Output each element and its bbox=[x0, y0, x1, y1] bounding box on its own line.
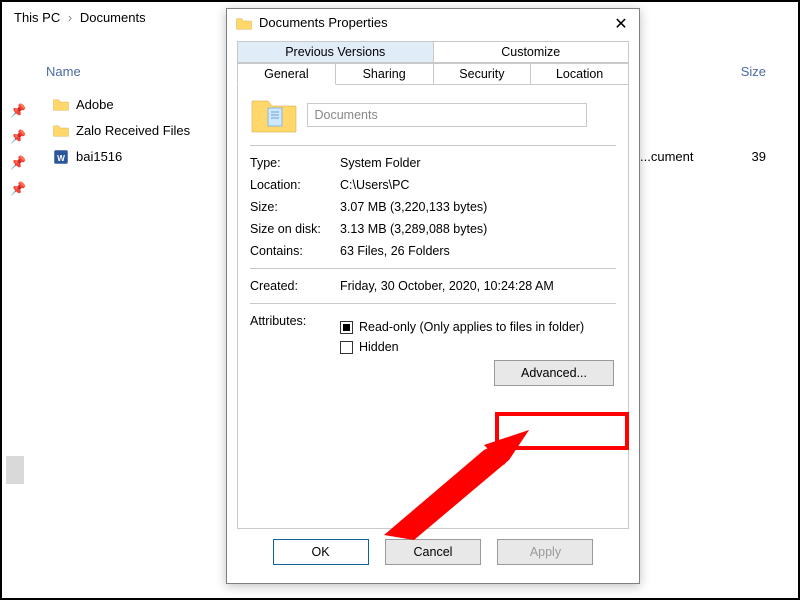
ok-button[interactable]: OK bbox=[273, 539, 369, 565]
hidden-label: Hidden bbox=[359, 340, 399, 354]
file-name: bai1516 bbox=[76, 144, 122, 170]
dialog-title: Documents Properties bbox=[259, 15, 388, 30]
readonly-label: Read-only (Only applies to files in fold… bbox=[359, 320, 584, 334]
location-label: Location: bbox=[250, 178, 340, 192]
created-label: Created: bbox=[250, 279, 340, 293]
contains-value: 63 Files, 26 Folders bbox=[340, 244, 616, 258]
folder-icon bbox=[52, 122, 70, 140]
tabs: Previous Versions Customize General Shar… bbox=[237, 39, 629, 87]
size-label: Size: bbox=[250, 200, 340, 214]
folder-large-icon bbox=[250, 95, 298, 135]
svg-text:W: W bbox=[57, 154, 65, 163]
explorer-window: This PC › Documents Name Size 📌 Adobe 📌 … bbox=[4, 4, 796, 596]
divider bbox=[250, 145, 616, 146]
tab-previous-versions[interactable]: Previous Versions bbox=[237, 41, 434, 63]
folder-name-input[interactable]: Documents bbox=[307, 103, 587, 127]
word-doc-icon: W bbox=[52, 148, 70, 166]
titlebar[interactable]: Documents Properties ✕ bbox=[227, 9, 639, 39]
column-size[interactable]: Size bbox=[741, 64, 766, 79]
type-value: System Folder bbox=[340, 156, 616, 170]
file-name: Adobe bbox=[76, 92, 114, 118]
advanced-button[interactable]: Advanced... bbox=[494, 360, 614, 386]
divider bbox=[250, 303, 616, 304]
cancel-button[interactable]: Cancel bbox=[385, 539, 481, 565]
hidden-checkbox[interactable] bbox=[340, 341, 353, 354]
file-size: 39 bbox=[752, 144, 766, 170]
divider bbox=[250, 268, 616, 269]
contains-label: Contains: bbox=[250, 244, 340, 258]
apply-button[interactable]: Apply bbox=[497, 539, 593, 565]
created-value: Friday, 30 October, 2020, 10:24:28 AM bbox=[340, 279, 616, 293]
column-name[interactable]: Name bbox=[46, 64, 81, 79]
size-on-disk-value: 3.13 MB (3,289,088 bytes) bbox=[340, 222, 616, 236]
close-button[interactable]: ✕ bbox=[611, 15, 631, 35]
location-value: C:\Users\PC bbox=[340, 178, 616, 192]
tab-general[interactable]: General bbox=[237, 63, 336, 85]
size-on-disk-label: Size on disk: bbox=[250, 222, 340, 236]
attributes-label: Attributes: bbox=[250, 314, 340, 390]
folder-icon bbox=[235, 15, 253, 33]
size-value: 3.07 MB (3,220,133 bytes) bbox=[340, 200, 616, 214]
general-panel: Documents Type:System Folder Location:C:… bbox=[237, 81, 629, 529]
pin-icon: 📌 bbox=[10, 176, 26, 202]
properties-dialog: Documents Properties ✕ Previous Versions… bbox=[226, 8, 640, 584]
readonly-checkbox[interactable] bbox=[340, 321, 353, 334]
selection-marker bbox=[6, 456, 24, 484]
folder-icon bbox=[52, 96, 70, 114]
breadcrumb-item[interactable]: Documents bbox=[80, 10, 146, 25]
file-name: Zalo Received Files bbox=[76, 118, 190, 144]
file-type: ...cument bbox=[640, 144, 693, 170]
breadcrumb-item[interactable]: This PC bbox=[14, 10, 60, 25]
chevron-right-icon: › bbox=[68, 10, 72, 25]
button-bar: OK Cancel Apply bbox=[227, 539, 639, 573]
type-label: Type: bbox=[250, 156, 340, 170]
tab-customize[interactable]: Customize bbox=[433, 41, 630, 63]
